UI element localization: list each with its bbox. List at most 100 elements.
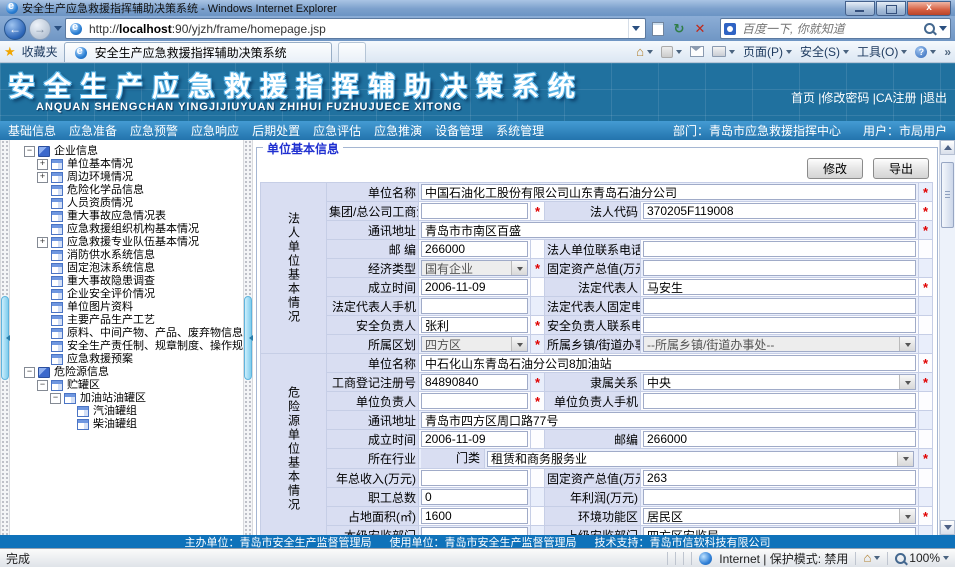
menu-item-7[interactable]: 应急推演 [374,122,422,139]
scroll-up-icon[interactable] [940,140,955,155]
form-input[interactable] [421,222,916,238]
form-input[interactable] [643,393,916,409]
tree-item[interactable]: 应急救援预案 [10,353,243,366]
tree-item[interactable]: 固定泡沫系统信息 [10,262,243,275]
tree-item[interactable]: 重大事故应急情况表 [10,210,243,223]
form-input[interactable] [421,203,528,219]
form-input[interactable] [643,431,916,447]
back-button[interactable]: ← [4,18,26,40]
search-input[interactable] [740,21,920,37]
menu-item-8[interactable]: 设备管理 [435,122,483,139]
form-input[interactable] [421,317,528,333]
splitter-handle-icon[interactable] [244,296,252,380]
content-scrollbar[interactable] [939,140,955,535]
address-dropdown-icon[interactable] [628,19,643,38]
tree-expand-icon[interactable]: + [37,172,48,183]
menu-item-4[interactable]: 应急响应 [191,122,239,139]
form-select[interactable]: 中央 [643,374,916,390]
forward-button[interactable]: → [29,18,51,40]
help-menu[interactable]: ? [915,46,936,58]
tree-item[interactable]: +单位基本情况 [10,158,243,171]
form-input[interactable] [421,184,916,200]
compatibility-view-icon[interactable] [649,20,667,38]
refresh-button[interactable]: ↻ [670,20,688,38]
search-icon[interactable] [924,23,935,34]
modify-button[interactable]: 修改 [807,158,863,179]
tree-item[interactable]: 汽油罐组 [10,405,243,418]
form-select[interactable]: 租赁和商务服务业 [487,451,914,467]
form-select[interactable]: --所属乡镇/街道办事处-- [643,336,916,352]
form-input[interactable] [421,412,916,428]
menu-item-9[interactable]: 系统管理 [496,122,544,139]
tree-item[interactable]: 消防供水系统信息 [10,249,243,262]
favorites-star-icon[interactable]: ★ [4,44,16,60]
tree-expand-icon[interactable]: + [37,159,48,170]
minimize-button[interactable] [845,1,875,16]
tree-expand-icon[interactable]: − [50,393,61,404]
form-input[interactable] [643,279,916,295]
menu-item-6[interactable]: 应急评估 [313,122,361,139]
tree-item[interactable]: 主要产品生产工艺 [10,314,243,327]
export-button[interactable]: 导出 [873,158,929,179]
form-input[interactable] [421,431,528,447]
tree-expand-icon[interactable]: + [37,237,48,248]
menu-item-2[interactable]: 应急准备 [69,122,117,139]
form-input[interactable] [421,489,528,505]
form-input[interactable] [421,527,528,535]
menu-item-3[interactable]: 应急预警 [130,122,178,139]
form-input[interactable] [421,393,528,409]
form-input[interactable] [421,508,528,524]
left-splitter[interactable] [0,140,10,535]
scrollbar-thumb[interactable] [941,162,954,228]
tree-item[interactable]: 人员资质情况 [10,197,243,210]
page-view-button[interactable]: ⌂ [863,553,880,563]
tree-item[interactable]: 柴油罐组 [10,418,243,431]
new-tab-button[interactable] [338,42,366,62]
tools-menu[interactable]: 工具(O) [857,43,907,60]
form-input[interactable] [643,298,916,314]
form-input[interactable] [643,470,916,486]
menu-item-1[interactable]: 基础信息 [8,122,56,139]
sidebar-splitter[interactable] [243,140,253,535]
tree-item[interactable]: 单位图片资料 [10,301,243,314]
address-bar[interactable]: http://localhost:90/yjzh/frame/homepage.… [65,18,646,39]
url-text[interactable]: http://localhost:90/yjzh/frame/homepage.… [89,22,326,36]
form-input[interactable] [643,489,916,505]
form-select[interactable]: 居民区 [643,508,916,524]
search-dropdown-icon[interactable] [939,26,947,35]
form-select[interactable]: 国有企业 [421,260,528,276]
tree-item[interactable]: 安全生产责任制、规章制度、操作规程信息 [10,340,243,353]
form-input[interactable] [643,203,916,219]
tree-item[interactable]: −危险源信息 [10,366,243,379]
form-input[interactable] [421,470,528,486]
menu-item-5[interactable]: 后期处置 [252,122,300,139]
tree-item[interactable]: +周边环境情况 [10,171,243,184]
form-input[interactable] [421,241,528,257]
form-input[interactable] [643,241,916,257]
tree-item[interactable]: +应急救援专业队伍基本情况 [10,236,243,249]
maximize-button[interactable] [876,1,906,16]
tree-item[interactable]: 危险化学品信息 [10,184,243,197]
overflow-chevron-icon[interactable]: » [944,45,951,59]
tree-item[interactable]: 应急救援组织机构基本情况 [10,223,243,236]
home-button[interactable]: ⌂ [636,47,653,57]
history-dropdown-icon[interactable] [54,26,62,35]
form-select[interactable]: 四方区 [421,336,528,352]
tree-expand-icon[interactable]: − [24,146,35,157]
tree-item[interactable]: 原料、中间产物、产品、废弃物信息 [10,327,243,340]
zoom-control[interactable]: 100% [895,551,949,565]
page-menu[interactable]: 页面(P) [743,43,792,60]
search-box[interactable] [720,18,951,39]
tree-expand-icon[interactable]: − [37,380,48,391]
feeds-button[interactable] [661,46,682,58]
splitter-handle-icon[interactable] [1,296,9,380]
form-input[interactable] [421,355,916,371]
tree-item[interactable]: −加油站油罐区 [10,392,243,405]
stop-button[interactable]: ✕ [691,20,709,38]
form-input[interactable] [421,374,528,390]
banner-links[interactable]: 首页 |修改密码 |CA注册 |退出 [791,89,947,106]
scroll-down-icon[interactable] [940,520,955,535]
safety-menu[interactable]: 安全(S) [800,43,849,60]
browser-tab[interactable]: 安全生产应急救援指挥辅助决策系统 [64,42,332,62]
tree-item[interactable]: 企业安全评价情况 [10,288,243,301]
